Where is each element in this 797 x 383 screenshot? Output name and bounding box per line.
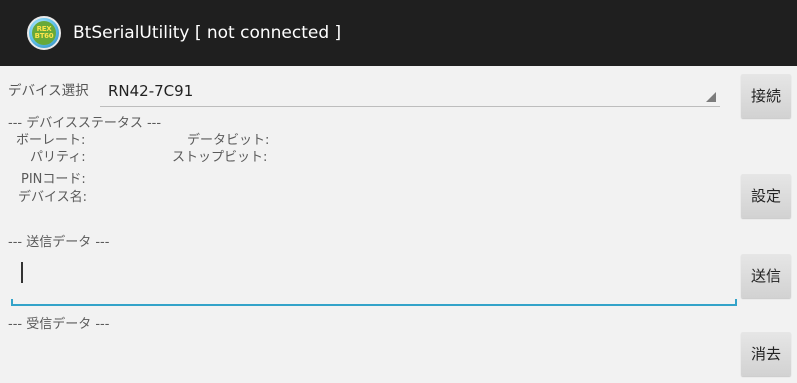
app-logo-text-bottom: BT60 [34,32,54,40]
device-status-header: --- デバイスステータス --- [8,116,162,131]
app-logo-icon: REX BT60 [27,16,61,50]
device-select-spinner[interactable]: RN42-7C91 [100,74,720,107]
receive-data-header: --- 受信データ --- [8,317,110,332]
clear-button[interactable]: 消去 [741,332,791,376]
baud-rate-label: ボーレート: [16,133,86,148]
dropdown-arrow-icon [706,92,716,102]
connect-button[interactable]: 接続 [741,74,791,118]
device-select-label: デバイス選択 [8,83,89,99]
data-bits-label: データビット: [187,133,270,148]
stop-bits-label: ストップビット: [172,150,268,165]
text-cursor [21,262,23,283]
settings-button[interactable]: 設定 [741,174,791,218]
send-data-input-container[interactable] [11,258,737,306]
send-button[interactable]: 送信 [741,254,791,298]
device-name-label: デバイス名: [18,190,87,205]
pin-code-label: PINコード: [21,172,86,187]
title-bar: REX BT60 BtSerialUtility [ not connected… [0,0,797,66]
send-data-header: --- 送信データ --- [8,235,110,250]
app-title: BtSerialUtility [ not connected ] [73,23,342,43]
parity-label: パリティ: [30,150,86,165]
device-select-value: RN42-7C91 [108,82,194,100]
send-data-input[interactable] [26,260,720,288]
